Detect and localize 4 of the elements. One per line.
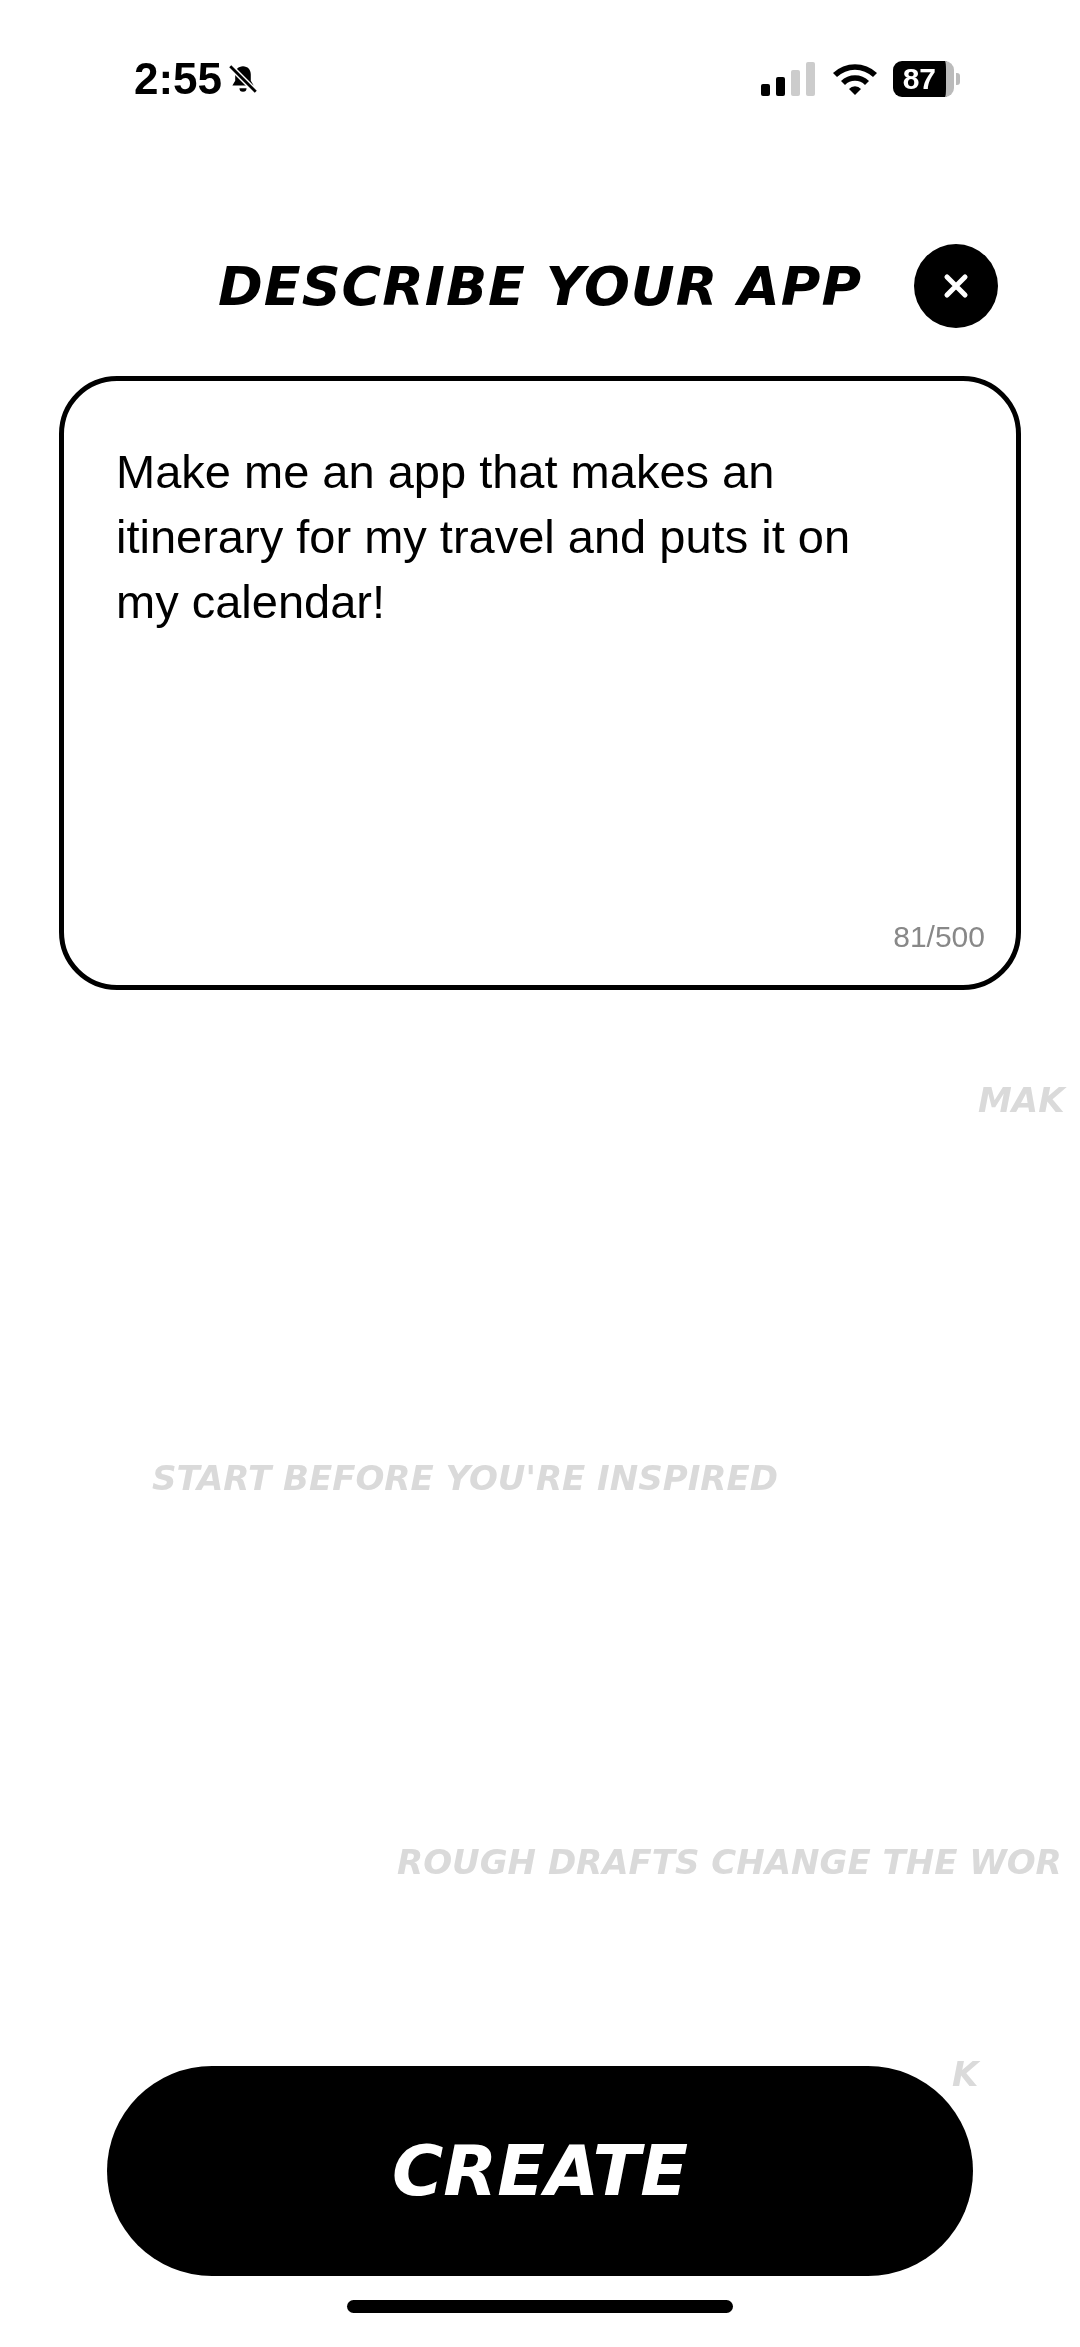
- signal-icon: [760, 62, 817, 96]
- character-counter: 81/500: [893, 920, 985, 954]
- screen-title: DESCRIBE YOUR APP: [218, 254, 862, 318]
- clock-time: 2:55: [134, 54, 223, 104]
